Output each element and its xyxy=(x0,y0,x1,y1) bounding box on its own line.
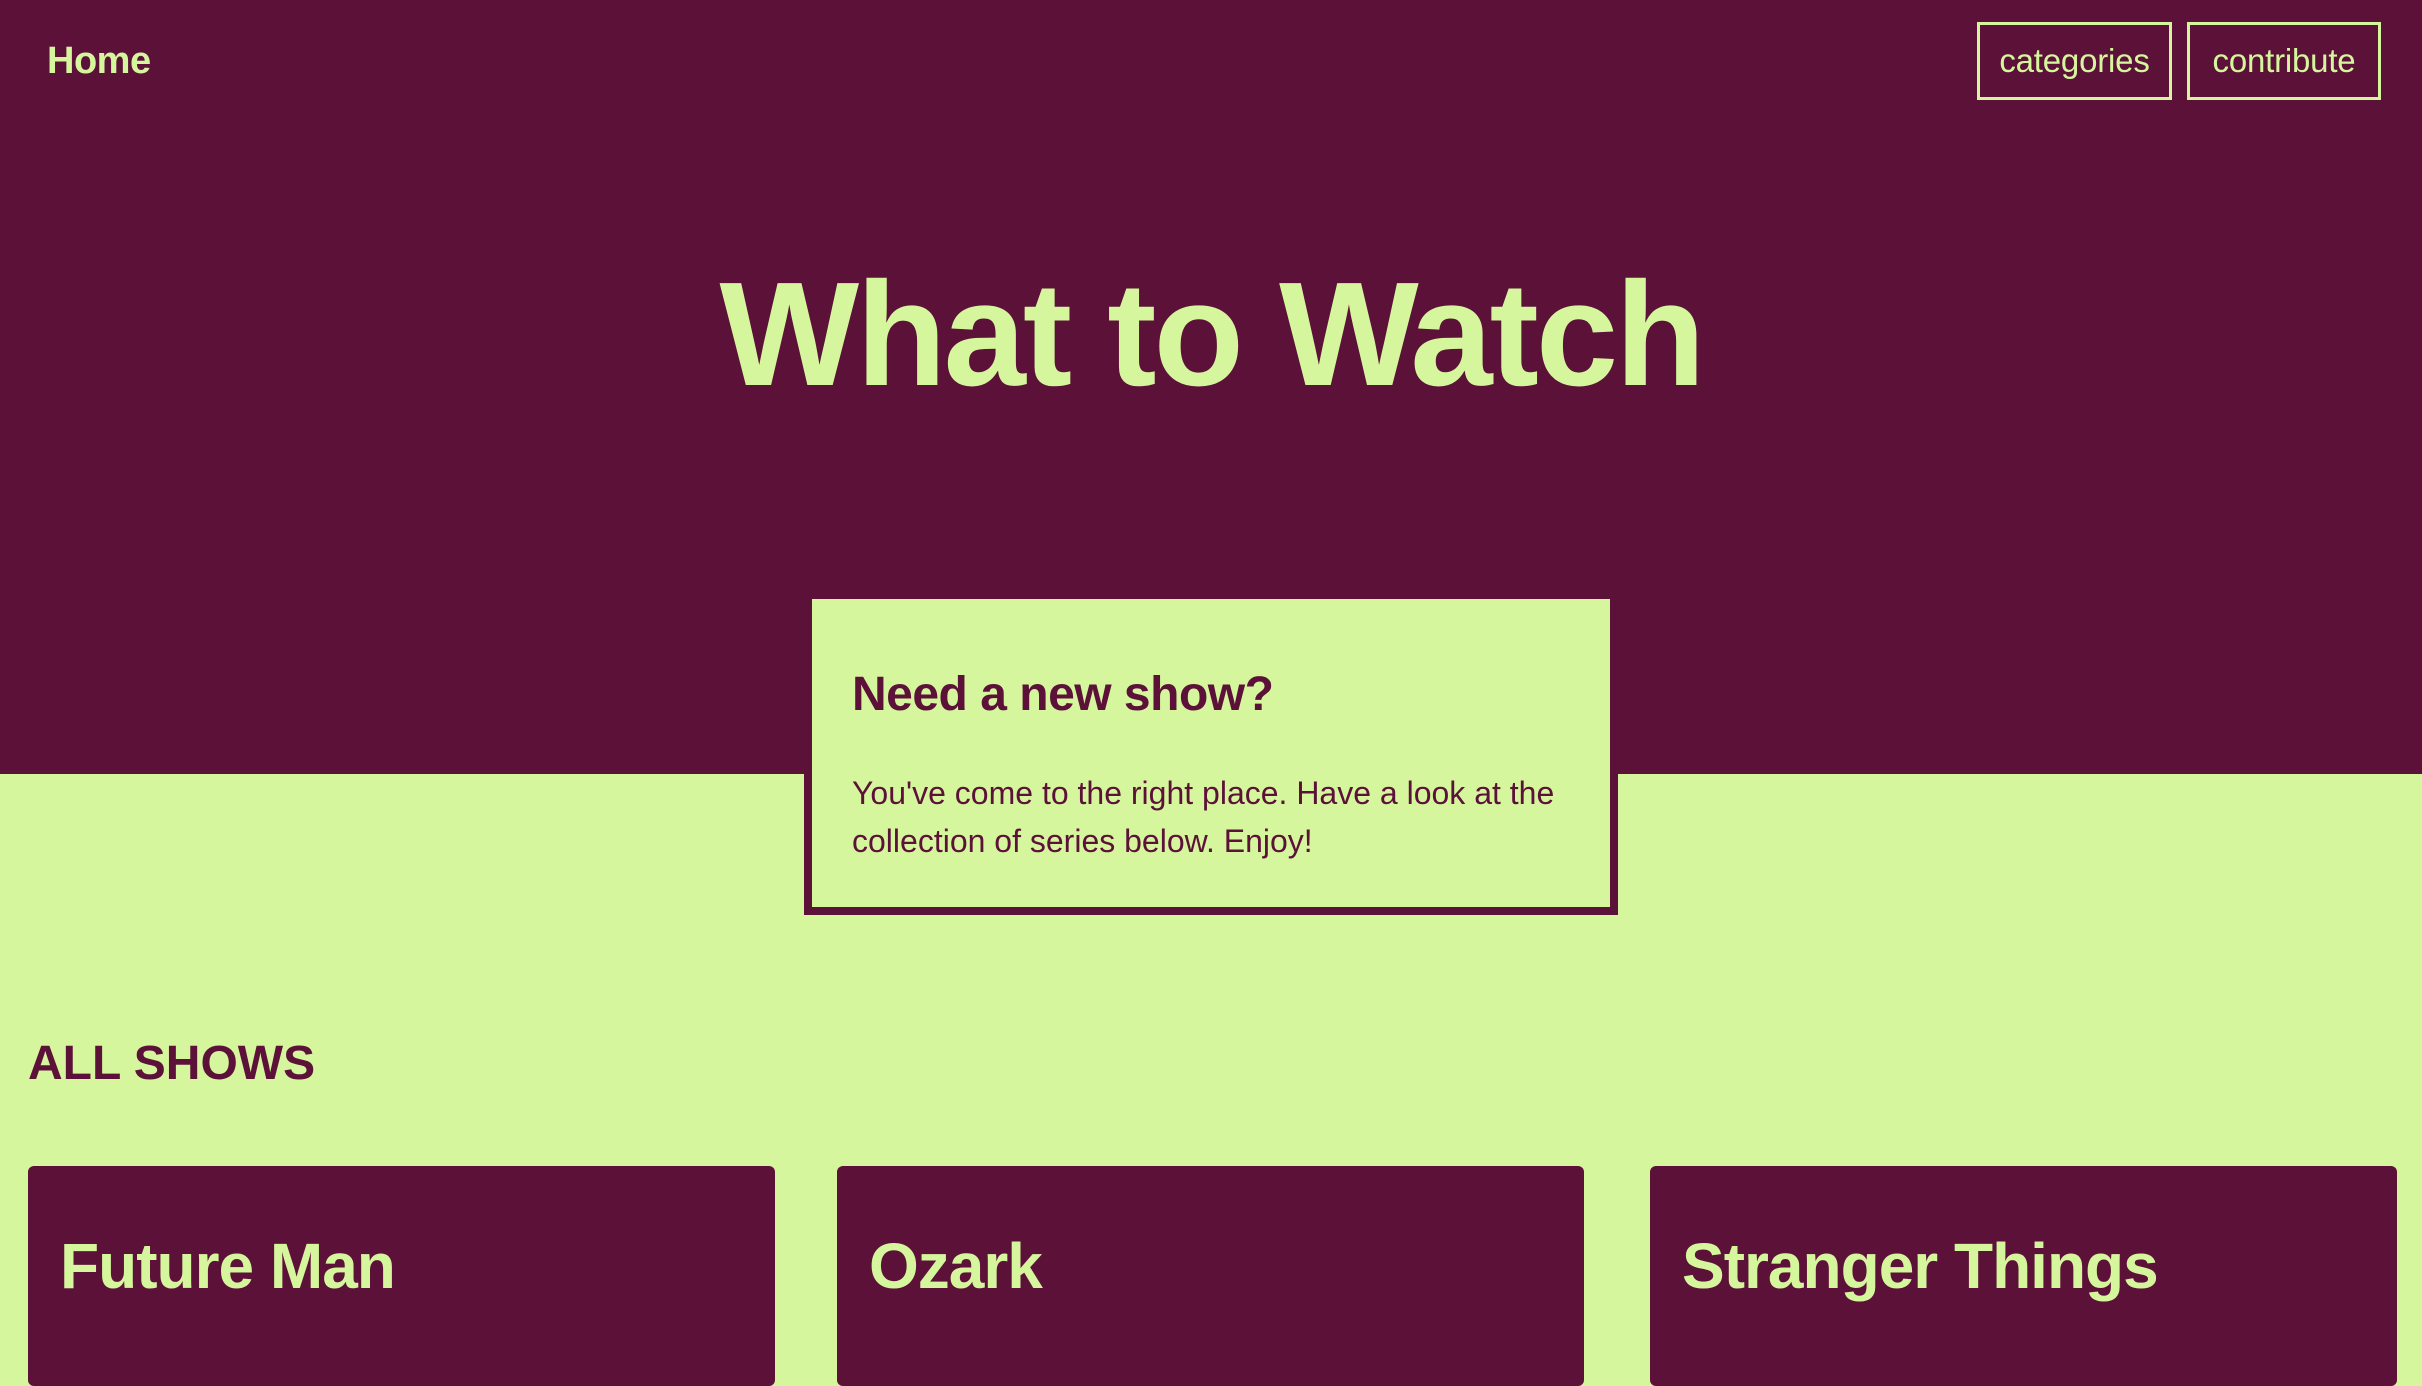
contribute-button[interactable]: contribute xyxy=(2187,22,2381,100)
show-title: Stranger Things xyxy=(1682,1230,2159,1302)
show-title: Future Man xyxy=(60,1230,396,1302)
intro-card: Need a new show? You've come to the righ… xyxy=(804,595,1618,915)
show-title: Ozark xyxy=(869,1230,1043,1302)
home-link[interactable]: Home xyxy=(47,36,151,86)
show-card-stranger-things[interactable]: Stranger Things xyxy=(1650,1166,2397,1386)
show-card-ozark[interactable]: Ozark xyxy=(837,1166,1584,1386)
categories-button[interactable]: categories xyxy=(1977,22,2172,100)
all-shows-heading: ALL SHOWS xyxy=(28,1037,316,1090)
intro-heading: Need a new show? xyxy=(852,668,1274,721)
page-title: What to Watch xyxy=(719,252,1705,417)
show-card-future-man[interactable]: Future Man xyxy=(28,1166,775,1386)
intro-text: You've come to the right place. Have a l… xyxy=(852,775,1555,859)
